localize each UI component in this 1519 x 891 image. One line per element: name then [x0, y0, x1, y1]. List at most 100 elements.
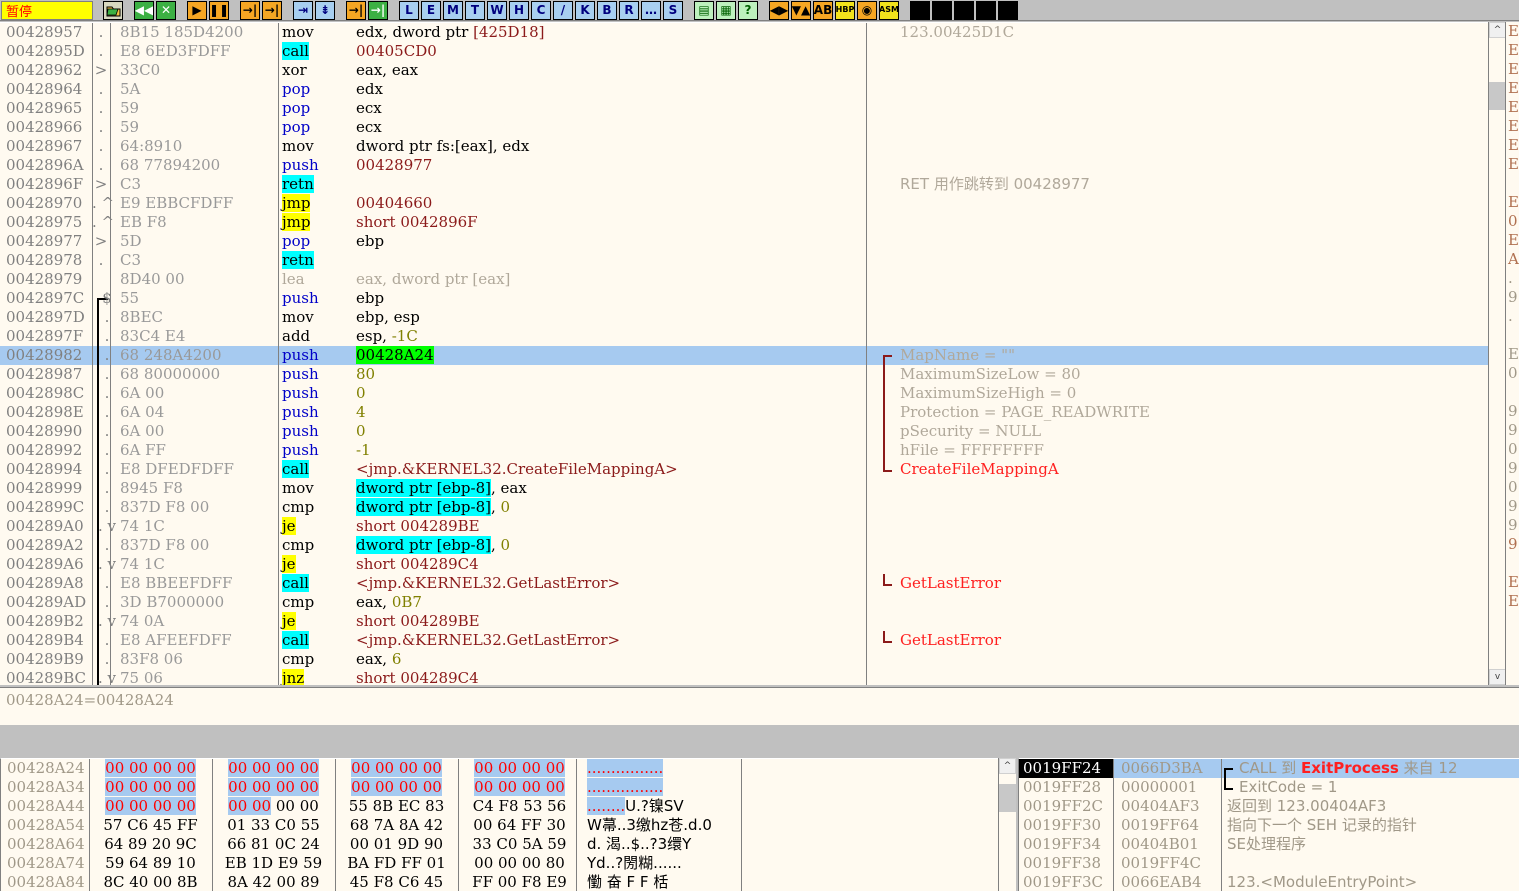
disassembly-row[interactable]: 00428987.68 80000000push80MaximumSizeLow… — [0, 365, 1500, 384]
references-button[interactable]: R — [619, 1, 639, 20]
target-icon[interactable]: ◉ — [857, 1, 877, 20]
run-icon[interactable]: ▶ — [187, 1, 207, 20]
restart-icon[interactable]: ◀◀ — [134, 1, 154, 20]
disassembly-row[interactable]: 0042895D.E8 6ED3FDFFcall00405CD0 — [0, 42, 1500, 61]
hardware-breakpoint-icon[interactable]: HBP — [835, 1, 855, 20]
disassembly-row[interactable]: 004289A2.837D F8 00cmpdword ptr [ebp-8],… — [0, 536, 1500, 555]
disassembly-row[interactable]: 00428975. ^EB F8jmpshort 0042896F — [0, 213, 1500, 232]
breakpoints-button[interactable]: B — [597, 1, 617, 20]
dump-row[interactable]: 00428A2400 00 00 0000 00 00 0000 00 00 0… — [1, 759, 1015, 778]
disassembly-row[interactable]: 00428966.59popecx — [0, 118, 1500, 137]
disassembly-row[interactable]: 00428978.C3retn — [0, 251, 1500, 270]
dump-row[interactable]: 00428A6464 89 20 9C66 81 0C 2400 01 9D 9… — [1, 835, 1015, 854]
scrollbar-thumb[interactable] — [1489, 82, 1506, 110]
appearance-icon[interactable]: ▦ — [716, 1, 736, 20]
disassembly-row[interactable]: 004289BC. v75 06jnzshort 004289C4 — [0, 669, 1500, 685]
disassembly-pane[interactable]: 00428957.8B15 185D4200movedx, dword ptr … — [0, 22, 1500, 685]
disassembly-row[interactable]: 0042897F.83C4 E4addesp, -1C — [0, 327, 1500, 346]
windows-button[interactable]: W — [487, 1, 507, 20]
dump-byte-group: BA FD FF 01 — [335, 854, 458, 873]
execute-till-return-icon[interactable]: →| — [346, 1, 366, 20]
disassembly-row[interactable]: 004289B2. v74 0Ajeshort 004289BE — [0, 612, 1500, 631]
open-file-icon[interactable] — [103, 1, 123, 20]
scroll-up-arrow[interactable]: ^ — [1489, 22, 1506, 38]
stack-row[interactable]: 0019FF380019FF4C — [1019, 854, 1519, 873]
stack-row[interactable]: 0019FF2800000001ExitCode = 1 — [1019, 778, 1519, 797]
disassembly-row[interactable]: 00428990.6A 00push0pSecurity = NULL — [0, 422, 1500, 441]
disassembly-row[interactable]: 0042896A.68 77894200push00428977 — [0, 156, 1500, 175]
stack-row[interactable]: 0019FF300019FF64指向下一个 SEH 记录的指针 — [1019, 816, 1519, 835]
asm-icon[interactable]: ASM — [879, 1, 899, 20]
back-forward-icon[interactable]: ◀▶ — [769, 1, 789, 20]
threads-button[interactable]: T — [465, 1, 485, 20]
dump-row[interactable]: 00428A7459 64 89 10EB 1D E9 59BA FD FF 0… — [1, 854, 1015, 873]
down-up-icon[interactable]: ▼▲ — [791, 1, 811, 20]
patches-button[interactable]: / — [553, 1, 573, 20]
disassembly-row[interactable]: 0042898E.6A 04push4Protection = PAGE_REA… — [0, 403, 1500, 422]
disassembly-row[interactable]: 00428967.64:8910movdword ptr fs:[eax], e… — [0, 137, 1500, 156]
close-program-icon[interactable]: ✕ — [156, 1, 176, 20]
dump-row[interactable]: 00428A4400 00 00 0000 00 00 0055 8B EC 8… — [1, 797, 1015, 816]
run-trace-button[interactable]: … — [641, 1, 661, 20]
disassembly-row[interactable]: 004289A0. v74 1Cjeshort 004289BE — [0, 517, 1500, 536]
disassembly-row[interactable]: 00428994.E8 DFEDFDFFcall<jmp.&KERNEL32.C… — [0, 460, 1500, 479]
disassembly-row[interactable]: 00428965.59popecx — [0, 99, 1500, 118]
stack-row[interactable]: 0019FF2C00404AF3返回到 123.00404AF3 — [1019, 797, 1519, 816]
disassembly-row[interactable]: 00428999.8945 F8movdword ptr [ebp-8], ea… — [0, 479, 1500, 498]
blank-2-icon[interactable] — [932, 1, 952, 20]
disassembly-row[interactable]: 004289A6. v74 1Cjeshort 004289C4 — [0, 555, 1500, 574]
pause-icon[interactable]: ❚❚ — [209, 1, 229, 20]
stack-pane[interactable]: 0019FF240066D3BACALL 到 ExitProcess 来自 12… — [1018, 758, 1519, 891]
disassembly-row[interactable]: 00428977>5Dpopebp — [0, 232, 1500, 251]
disassembly-scrollbar[interactable]: ^ v — [1488, 22, 1506, 685]
disassembly-row[interactable]: 004289AD.3D B7000000cmpeax, 0B7 — [0, 593, 1500, 612]
disassembly-row[interactable]: 00428982.68 248A4200push00428A24MapName … — [0, 346, 1500, 365]
disassembly-row[interactable]: 00428957.8B15 185D4200movedx, dword ptr … — [0, 23, 1500, 42]
main-toolbar[interactable]: 暂停 ◀◀✕▶❚❚→|→|⇥⇟→|→|LEMTWHC/KBR…S▤▦?◀▶▼▲A… — [0, 0, 1519, 21]
memory-dump-pane[interactable]: 00428A2400 00 00 0000 00 00 0000 00 00 0… — [0, 758, 1015, 891]
help-icon[interactable]: ? — [738, 1, 758, 20]
step-over-icon[interactable]: →| — [262, 1, 282, 20]
disassembly-row[interactable]: 00428964.5Apopedx — [0, 80, 1500, 99]
dump-row[interactable]: 00428A848C 40 00 8B8A 42 00 8945 F8 C6 4… — [1, 873, 1015, 891]
step-into-icon[interactable]: →| — [240, 1, 260, 20]
disassembly-row[interactable]: 004289798D40 00leaeax, dword ptr [eax] — [0, 270, 1500, 289]
scroll-down-arrow[interactable]: v — [1489, 669, 1506, 685]
trace-over-icon[interactable]: ⇟ — [315, 1, 335, 20]
stack-row[interactable]: 0019FF3400404B01SE处理程序 — [1019, 835, 1519, 854]
log-window-button[interactable]: L — [399, 1, 419, 20]
trace-into-icon[interactable]: ⇥ — [293, 1, 313, 20]
disassembly-row[interactable]: 00428992.6A FFpush-1hFile = FFFFFFFF — [0, 441, 1500, 460]
executable-modules-button[interactable]: E — [421, 1, 441, 20]
disassembly-row[interactable]: 004289A8.E8 BBEEFDFFcall<jmp.&KERNEL32.G… — [0, 574, 1500, 593]
disassembly-row[interactable]: 0042898C.6A 00push0MaximumSizeHigh = 0 — [0, 384, 1500, 403]
disassembly-row[interactable]: 00428970. ^E9 EBBCFDFFjmp00404660 — [0, 194, 1500, 213]
call-stack-button[interactable]: K — [575, 1, 595, 20]
stack-row[interactable]: 0019FF3C0066EAB4123.<ModuleEntryPoint> — [1019, 873, 1519, 891]
blank-5-icon[interactable] — [998, 1, 1018, 20]
dump-scrollbar-thumb[interactable] — [999, 784, 1016, 812]
goto-icon[interactable]: →| — [368, 1, 388, 20]
dump-scroll-up-arrow[interactable]: ^ — [999, 758, 1016, 774]
handles-button[interactable]: H — [509, 1, 529, 20]
disassembly-row[interactable]: 004289B9.83F8 06cmpeax, 6 — [0, 650, 1500, 669]
disassembly-row[interactable]: 0042899C.837D F8 00cmpdword ptr [ebp-8],… — [0, 498, 1500, 517]
cpu-button[interactable]: C — [531, 1, 551, 20]
registers-pane[interactable]: EEEEEEEEE0EA.9.E099090999EE — [1505, 22, 1519, 685]
disassembly-row[interactable]: 0042897D.8BECmovebp, esp — [0, 308, 1500, 327]
dump-row[interactable]: 00428A5457 C6 45 FF01 33 C0 5568 7A 8A 4… — [1, 816, 1015, 835]
options-list-icon[interactable]: ▤ — [694, 1, 714, 20]
disassembly-row[interactable]: 0042897C$55pushebp — [0, 289, 1500, 308]
dump-row[interactable]: 00428A3400 00 00 0000 00 00 0000 00 00 0… — [1, 778, 1015, 797]
disassembly-row[interactable]: 0042896F>C3retnRET 用作跳转到 00428977 — [0, 175, 1500, 194]
ab-compare-icon[interactable]: AB — [813, 1, 833, 20]
memory-map-button[interactable]: M — [443, 1, 463, 20]
stack-row[interactable]: 0019FF240066D3BACALL 到 ExitProcess 来自 12 — [1019, 759, 1519, 778]
dump-scrollbar[interactable]: ^ — [998, 758, 1016, 891]
blank-4-icon[interactable] — [976, 1, 996, 20]
disassembly-row[interactable]: 004289B4.E8 AFEEFDFFcall<jmp.&KERNEL32.G… — [0, 631, 1500, 650]
blank-3-icon[interactable] — [954, 1, 974, 20]
disassembly-row[interactable]: 00428962>33C0xoreax, eax — [0, 61, 1500, 80]
blank-1-icon[interactable] — [910, 1, 930, 20]
source-button[interactable]: S — [663, 1, 683, 20]
